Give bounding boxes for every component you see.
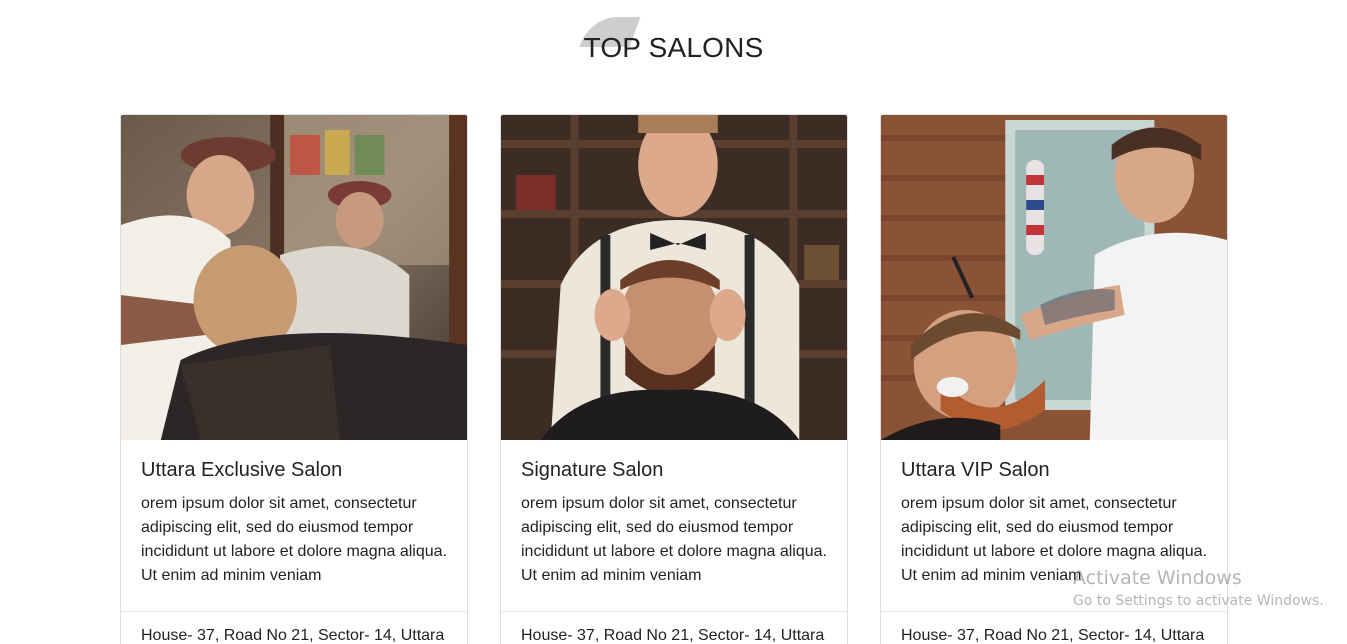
salon-description: orem ipsum dolor sit amet, consectetur a… (521, 495, 827, 584)
salon-name[interactable]: Uttara VIP Salon (901, 459, 1207, 482)
card-body: Uttara Exclusive Salon orem ipsum dolor … (121, 440, 467, 612)
barber-photo-illustration (881, 115, 1227, 440)
salon-address: House- 37, Road No 21, Sector- 14, Uttar… (901, 627, 1205, 644)
salon-address: House- 37, Road No 21, Sector- 14, Uttar… (521, 627, 825, 644)
salon-address: House- 37, Road No 21, Sector- 14, Uttar… (141, 627, 445, 644)
salon-photo[interactable] (501, 115, 847, 440)
salon-name[interactable]: Signature Salon (521, 459, 827, 482)
salon-name[interactable]: Uttara Exclusive Salon (141, 459, 447, 482)
section-title: TOP SALONS (583, 32, 764, 63)
salon-card-uttara-exclusive[interactable]: Uttara Exclusive Salon orem ipsum dolor … (120, 114, 468, 644)
barber-photo-illustration (121, 115, 467, 440)
card-body: Signature Salon orem ipsum dolor sit ame… (501, 440, 847, 612)
card-body: Uttara VIP Salon orem ipsum dolor sit am… (881, 440, 1227, 612)
salon-description: orem ipsum dolor sit amet, consectetur a… (901, 495, 1207, 584)
salon-photo[interactable] (121, 115, 467, 440)
salon-photo[interactable] (881, 115, 1227, 440)
salon-description: orem ipsum dolor sit amet, consectetur a… (141, 495, 447, 584)
salon-card-uttara-vip[interactable]: Uttara VIP Salon orem ipsum dolor sit am… (880, 114, 1228, 644)
salon-card-signature[interactable]: Signature Salon orem ipsum dolor sit ame… (500, 114, 848, 644)
barber-photo-illustration (501, 115, 847, 440)
section-header: TOP SALONS (0, 14, 1347, 74)
page: TOP SALONS Uttara Exclusive Salon orem i… (0, 0, 1347, 644)
